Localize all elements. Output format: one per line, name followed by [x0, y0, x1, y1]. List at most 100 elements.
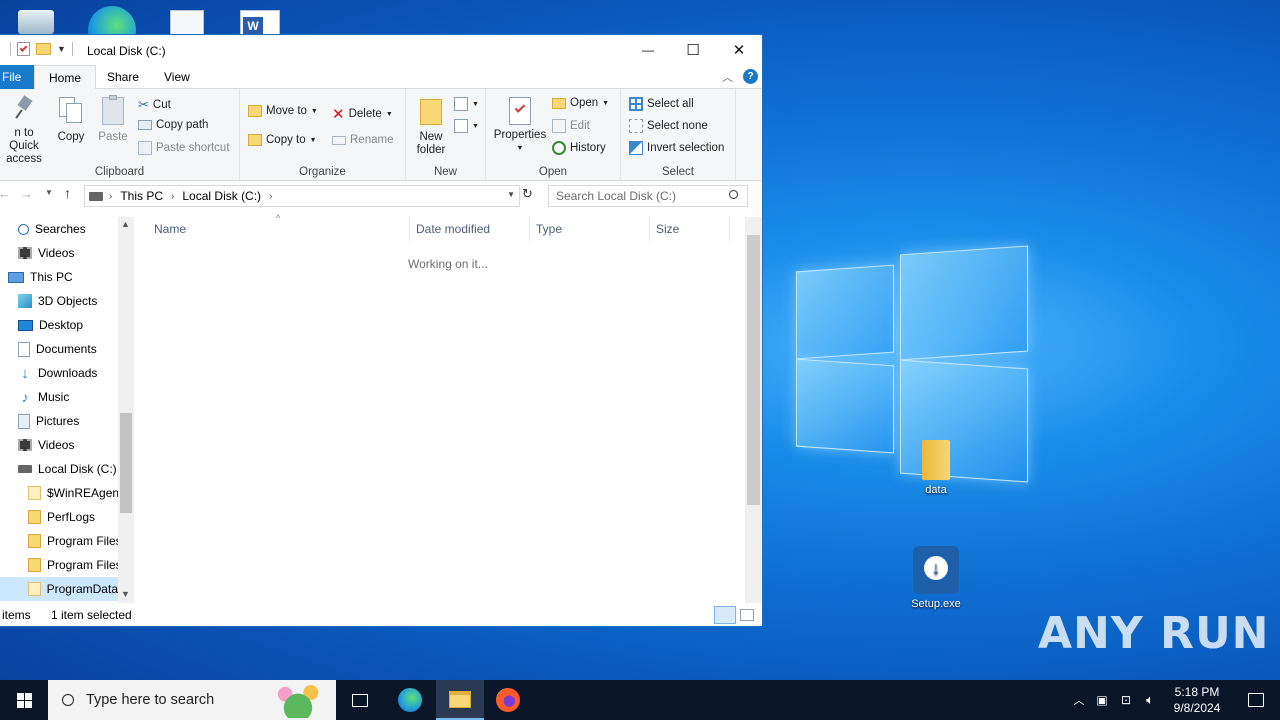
- video-icon: [18, 247, 32, 259]
- file-list[interactable]: ^ Name Date modified Type Size Working o…: [134, 213, 745, 603]
- history-button[interactable]: History: [552, 141, 606, 155]
- properties-button[interactable]: Properties ▼: [492, 93, 548, 155]
- nav-item-3d-objects[interactable]: 3D Objects: [18, 289, 97, 313]
- rename-button[interactable]: Rename: [332, 134, 393, 146]
- tab-view[interactable]: View: [150, 65, 204, 89]
- clock[interactable]: 5:18 PM 9/8/2024: [1164, 680, 1230, 720]
- column-type[interactable]: Type: [530, 217, 650, 241]
- recent-locations-icon[interactable]: ▼: [45, 188, 53, 197]
- chevron-down-icon[interactable]: ▼: [57, 44, 66, 54]
- scroll-down-arrow[interactable]: ▼: [121, 589, 130, 599]
- delete-button[interactable]: ✕ Delete ▼: [332, 105, 393, 123]
- move-to-button[interactable]: Move to ▼: [248, 105, 318, 117]
- desktop-icon-data[interactable]: data: [901, 440, 971, 496]
- close-button[interactable]: ✕: [716, 35, 762, 65]
- nav-item-program-files-x86[interactable]: Program Files: [28, 553, 122, 577]
- details-view-icon[interactable]: [714, 606, 736, 624]
- show-hidden-icons[interactable]: ︿: [1068, 692, 1090, 708]
- column-size[interactable]: Size: [650, 217, 730, 241]
- nav-item-documents[interactable]: Documents: [18, 337, 97, 361]
- start-button[interactable]: [0, 680, 48, 720]
- nav-item-winreagent[interactable]: $WinREAgent: [28, 481, 122, 505]
- forward-icon[interactable]: →: [20, 186, 33, 201]
- file-explorer-window[interactable]: ▼ Local Disk (C:) — ☐ ✕ File Home Share …: [0, 34, 763, 627]
- network-icon[interactable]: ⊡: [1114, 693, 1138, 707]
- desktop-icon-setup[interactable]: ↓ Setup.exe: [901, 546, 971, 610]
- open-button[interactable]: Open ▼: [552, 97, 609, 109]
- up-icon[interactable]: ↑: [64, 185, 71, 201]
- column-name[interactable]: Name: [148, 217, 410, 241]
- chevron-down-icon: ▼: [472, 100, 479, 108]
- address-bar[interactable]: › This PC › Local Disk (C:) › ▼: [84, 185, 520, 207]
- select-none-button[interactable]: Select none: [629, 119, 708, 133]
- title-bar[interactable]: ▼ Local Disk (C:) — ☐ ✕: [0, 35, 762, 65]
- minimize-button[interactable]: —: [625, 35, 671, 65]
- recycle-bin-icon[interactable]: [18, 10, 54, 34]
- tab-file[interactable]: File: [0, 65, 34, 89]
- nav-item-programdata[interactable]: ProgramData: [0, 577, 118, 601]
- new-folder-icon[interactable]: [36, 43, 51, 55]
- back-icon[interactable]: ←: [0, 186, 11, 201]
- notifications-button[interactable]: [1232, 680, 1280, 720]
- copy-path-button[interactable]: Copy path: [138, 119, 208, 131]
- taskbar-search-box[interactable]: Type here to search: [48, 680, 336, 720]
- edit-button[interactable]: Edit: [552, 119, 590, 133]
- search-icon: [729, 190, 738, 199]
- pin-to-quick-access-button[interactable]: n to Quick access: [0, 93, 48, 166]
- taskbar-edge[interactable]: [386, 680, 434, 720]
- paste-shortcut-button[interactable]: Paste shortcut: [138, 141, 230, 155]
- breadcrumb-this-pc[interactable]: This PC: [120, 189, 163, 203]
- nav-item-this-pc[interactable]: This PC: [8, 265, 73, 289]
- cut-button[interactable]: ✂ Cut: [138, 97, 171, 113]
- help-icon[interactable]: ?: [743, 69, 758, 84]
- scroll-thumb[interactable]: [747, 235, 760, 505]
- taskbar-file-explorer[interactable]: [436, 680, 484, 720]
- nav-item-videos-2[interactable]: Videos: [18, 433, 74, 457]
- large-icons-view-icon[interactable]: [740, 609, 754, 621]
- refresh-icon[interactable]: ↻: [522, 186, 533, 202]
- copy-to-button[interactable]: Copy to ▼: [248, 134, 317, 146]
- invert-selection-button[interactable]: Invert selection: [629, 141, 724, 155]
- nav-item-downloads[interactable]: ↓ Downloads: [18, 361, 97, 385]
- properties-icon[interactable]: [17, 42, 30, 56]
- volume-icon[interactable]: 🔈︎: [1138, 692, 1162, 708]
- tab-share[interactable]: Share: [93, 65, 153, 89]
- nav-item-searches[interactable]: Searches: [18, 217, 86, 241]
- properties-icon: [509, 97, 531, 125]
- nav-item-pictures[interactable]: Pictures: [18, 409, 79, 433]
- navigation-scrollbar[interactable]: ▲ ▼: [118, 217, 134, 603]
- edge-icon: [398, 688, 422, 712]
- new-folder-button[interactable]: New folder: [410, 93, 452, 157]
- file-list-scrollbar[interactable]: [745, 217, 762, 603]
- new-item-button[interactable]: ▼: [454, 97, 479, 111]
- collapse-ribbon-icon[interactable]: ︿: [722, 69, 733, 85]
- scroll-thumb[interactable]: [120, 413, 132, 513]
- taskbar-firefox[interactable]: [484, 680, 532, 720]
- select-all-button[interactable]: Select all: [629, 97, 694, 111]
- meet-now-icon[interactable]: ▣: [1090, 693, 1114, 707]
- word-document-icon[interactable]: W: [240, 10, 280, 36]
- easy-access-button[interactable]: ▼: [454, 119, 479, 133]
- copy-button[interactable]: Copy: [54, 93, 88, 144]
- nav-item-local-disk[interactable]: Local Disk (C:): [18, 457, 117, 481]
- paste-button[interactable]: Paste: [96, 93, 130, 144]
- nav-item-desktop[interactable]: Desktop: [18, 313, 83, 337]
- scroll-up-arrow[interactable]: ▲: [121, 219, 130, 229]
- chevron-down-icon: ▼: [310, 107, 318, 115]
- nav-item-label: This PC: [30, 270, 73, 284]
- chevron-right-icon: ›: [171, 190, 175, 202]
- nav-item-program-files[interactable]: Program Files: [28, 529, 122, 553]
- document-file-icon[interactable]: [170, 10, 204, 36]
- nav-item-videos[interactable]: Videos: [18, 241, 74, 265]
- column-date-modified[interactable]: Date modified: [410, 217, 530, 241]
- nav-item-music[interactable]: ♪ Music: [18, 385, 70, 409]
- address-dropdown-icon[interactable]: ▼: [507, 190, 515, 199]
- tab-home[interactable]: Home: [34, 65, 97, 90]
- nav-item-perflogs[interactable]: PerfLogs: [28, 505, 95, 529]
- nav-item-label: Searches: [35, 222, 86, 236]
- breadcrumb-local-disk[interactable]: Local Disk (C:): [182, 189, 261, 203]
- task-view-button[interactable]: [336, 680, 384, 720]
- search-input[interactable]: Search Local Disk (C:): [548, 185, 748, 207]
- maximize-button[interactable]: ☐: [670, 35, 716, 65]
- navigation-pane[interactable]: Searches Videos This PC 3D Objects Deskt…: [0, 217, 134, 603]
